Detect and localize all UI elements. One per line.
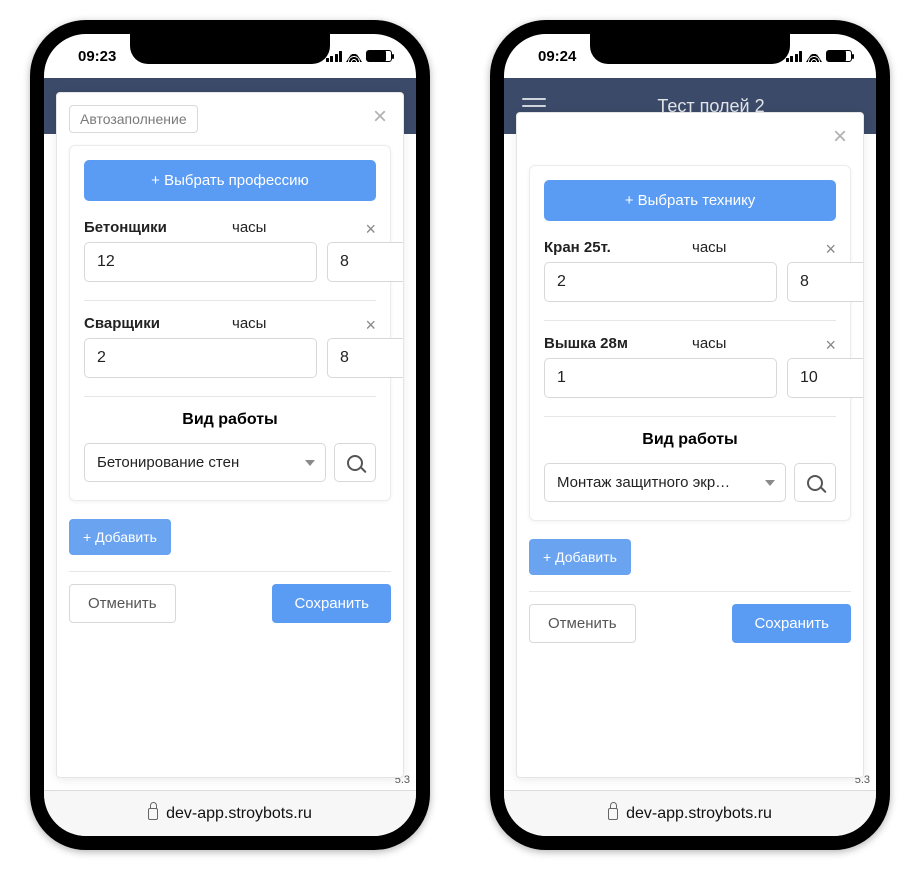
- row-label: Вышка 28м: [544, 335, 688, 352]
- resource-row: Бетонщики часы ×: [84, 219, 376, 282]
- remove-row-icon[interactable]: ×: [825, 335, 836, 356]
- count-input[interactable]: [544, 262, 777, 302]
- hours-label: часы: [228, 219, 376, 236]
- wifi-icon: [346, 50, 362, 62]
- chevron-down-icon: [305, 460, 315, 466]
- battery-icon: [366, 50, 392, 62]
- browser-bar: dev-app.stroybots.ru: [44, 790, 416, 836]
- hours-input[interactable]: [327, 338, 404, 378]
- form-card: + Выбрать профессию Бетонщики часы ×: [69, 145, 391, 501]
- divider: [84, 300, 376, 301]
- remove-row-icon[interactable]: ×: [825, 239, 836, 260]
- lock-icon: [608, 808, 618, 820]
- divider: [529, 591, 851, 592]
- hours-input[interactable]: [787, 262, 864, 302]
- hours-label: часы: [228, 315, 376, 332]
- resource-row: Сварщики часы ×: [84, 315, 376, 378]
- row-label: Сварщики: [84, 315, 228, 332]
- count-input[interactable]: [84, 242, 317, 282]
- select-value: Монтаж защитного экр…: [557, 474, 730, 491]
- browser-bar: dev-app.stroybots.ru: [504, 790, 876, 836]
- notch: [590, 34, 790, 64]
- select-profession-button[interactable]: + Выбрать профессию: [84, 160, 376, 201]
- resource-row: Кран 25т. часы ×: [544, 239, 836, 302]
- row-label: Кран 25т.: [544, 239, 688, 256]
- search-button[interactable]: [794, 463, 836, 502]
- row-label: Бетонщики: [84, 219, 228, 236]
- cancel-button[interactable]: Отменить: [69, 584, 176, 623]
- cancel-button[interactable]: Отменить: [529, 604, 636, 643]
- work-type-select[interactable]: Монтаж защитного экр…: [544, 463, 786, 502]
- work-type-heading: Вид работы: [84, 411, 376, 429]
- chevron-down-icon: [765, 480, 775, 486]
- status-time: 09:24: [538, 48, 576, 65]
- divider: [69, 571, 391, 572]
- select-value: Бетонирование стен: [97, 454, 239, 471]
- hours-label: часы: [688, 239, 836, 256]
- count-input[interactable]: [84, 338, 317, 378]
- wifi-icon: [806, 50, 822, 62]
- phone-frame: 09:23 Автозаполнение × + Выбрать професс…: [30, 20, 430, 850]
- status-icons: [326, 50, 393, 62]
- remove-row-icon[interactable]: ×: [365, 219, 376, 240]
- remove-row-icon[interactable]: ×: [365, 315, 376, 336]
- divider: [84, 396, 376, 397]
- save-button[interactable]: Сохранить: [272, 584, 391, 623]
- status-icons: [786, 50, 853, 62]
- hours-input[interactable]: [787, 358, 864, 398]
- work-type-select[interactable]: Бетонирование стен: [84, 443, 326, 482]
- divider: [544, 416, 836, 417]
- select-equipment-button[interactable]: + Выбрать технику: [544, 180, 836, 221]
- modal-dialog: × + Выбрать технику Кран 25т. часы ×: [516, 112, 864, 778]
- divider: [544, 320, 836, 321]
- phone-frame: 09:24 Тест полей 2 × + Выбрать технику К…: [490, 20, 890, 850]
- hours-input[interactable]: [327, 242, 404, 282]
- url-text: dev-app.stroybots.ru: [626, 805, 772, 823]
- resource-row: Вышка 28м часы ×: [544, 335, 836, 398]
- lock-icon: [148, 808, 158, 820]
- url-text: dev-app.stroybots.ru: [166, 805, 312, 823]
- battery-icon: [826, 50, 852, 62]
- count-input[interactable]: [544, 358, 777, 398]
- close-icon[interactable]: ×: [829, 125, 851, 149]
- add-button[interactable]: + Добавить: [69, 519, 171, 555]
- close-icon[interactable]: ×: [369, 105, 391, 129]
- notch: [130, 34, 330, 64]
- autofill-chip[interactable]: Автозаполнение: [69, 105, 198, 133]
- work-type-heading: Вид работы: [544, 431, 836, 449]
- search-icon: [347, 455, 363, 471]
- hours-label: часы: [688, 335, 836, 352]
- modal-dialog: Автозаполнение × + Выбрать профессию Бет…: [56, 92, 404, 778]
- search-icon: [807, 475, 823, 491]
- search-button[interactable]: [334, 443, 376, 482]
- status-time: 09:23: [78, 48, 116, 65]
- form-card: + Выбрать технику Кран 25т. часы ×: [529, 165, 851, 521]
- save-button[interactable]: Сохранить: [732, 604, 851, 643]
- add-button[interactable]: + Добавить: [529, 539, 631, 575]
